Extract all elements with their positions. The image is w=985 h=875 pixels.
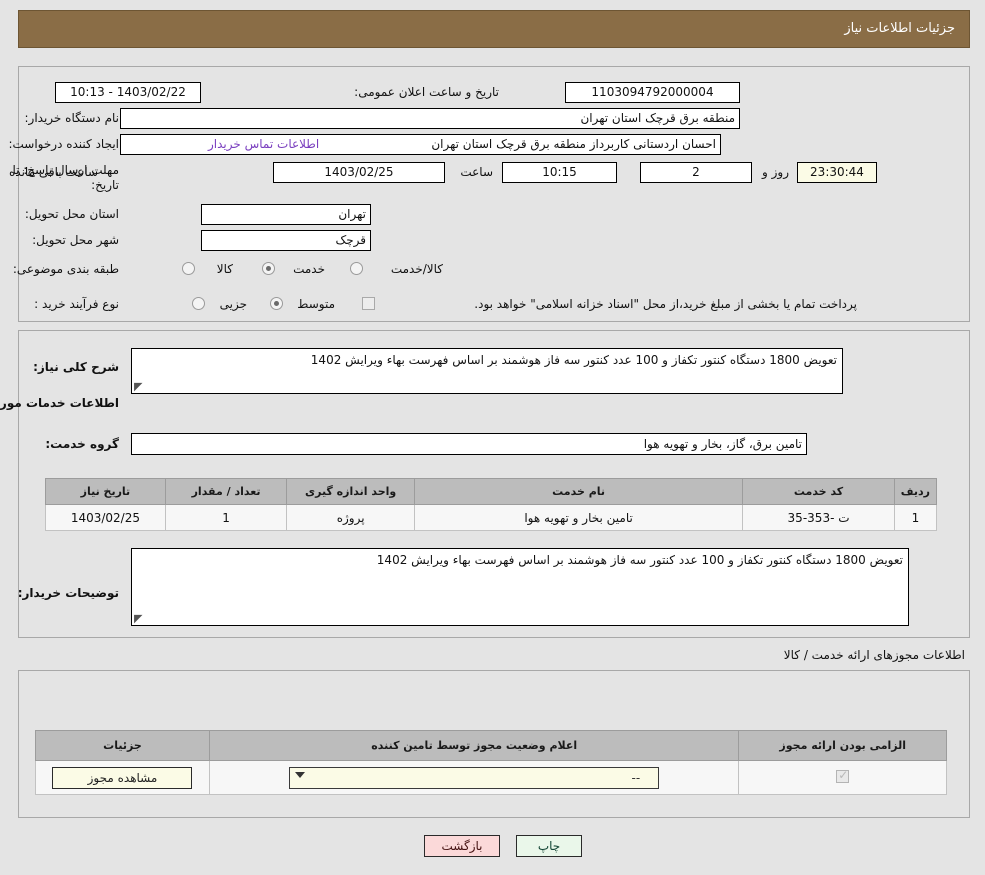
label-category-kala: کالا	[216, 262, 233, 276]
radio-process-jozi[interactable]	[192, 297, 205, 310]
section-title-services: اطلاعات خدمات مورد نیاز	[0, 396, 119, 410]
field-announce-datetime[interactable]: 1403/02/22 - 10:13	[55, 82, 201, 103]
field-service-group[interactable]: تامین برق، گاز، بخار و تهویه هوا	[131, 433, 807, 455]
checkbox-islamic-treasury[interactable]	[362, 297, 375, 310]
header-bar: جزئیات اطلاعات نیاز	[18, 10, 970, 48]
label-subject-category: طبقه بندی موضوعی:	[12, 262, 119, 276]
back-button[interactable]: بازگشت	[424, 835, 500, 857]
cell-date: 1403/02/25	[45, 504, 166, 531]
summary-panel	[18, 66, 970, 322]
col-date: تاریخ نیاز	[45, 478, 166, 505]
cell-permit-details: مشاهده مجوز	[35, 760, 210, 795]
select-permit-status[interactable]: --	[289, 766, 660, 789]
radio-category-khedmat[interactable]	[262, 262, 275, 275]
label-category-khedmat: خدمت	[293, 262, 325, 276]
cell-unit: پروژه	[286, 504, 415, 531]
resize-grip-icon-2[interactable]: ◥	[134, 612, 144, 625]
col-name: نام خدمت	[413, 478, 744, 505]
field-delivery-province[interactable]: تهران	[201, 204, 371, 225]
field-deadline-time[interactable]: 10:15	[502, 162, 617, 183]
cell-permit-status: --	[208, 760, 740, 795]
note-islamic-treasury: پرداخت تمام یا بخشی از مبلغ خرید،از محل …	[474, 297, 857, 311]
link-buyer-contact-info[interactable]: اطلاعات تماس خریدار	[208, 137, 319, 151]
col-permit-details: جزئیات	[35, 730, 210, 761]
label-delivery-city: شهر محل تحویل:	[32, 233, 119, 247]
label-remaining: ساعت باقی مانده	[9, 165, 99, 179]
field-buyer-notes[interactable]: تعویض 1800 دستگاه کنتور تکفاز و 100 عدد …	[131, 548, 909, 626]
label-announce-datetime: تاریخ و ساعت اعلان عمومی:	[354, 85, 499, 99]
section-title-permits: اطلاعات مجوزهای ارائه خدمت / کالا	[783, 648, 965, 662]
field-days-remaining[interactable]: 2	[640, 162, 752, 183]
label-process-jozi: جزیی	[219, 297, 247, 311]
permits-row: -- مشاهده مجوز	[35, 760, 947, 795]
col-code: کد خدمت	[742, 478, 895, 505]
cell-permit-required	[738, 760, 947, 795]
radio-category-kala[interactable]	[182, 262, 195, 275]
field-need-number[interactable]: 1103094792000004	[565, 82, 740, 103]
cell-qty: 1	[164, 504, 288, 531]
table-row: 1 ت -353-35 تامین بخار و تهویه هوا پروژه…	[45, 504, 938, 531]
label-service-group: گروه خدمت:	[45, 437, 119, 451]
label-buyer-org: نام دستگاه خریدار:	[24, 111, 120, 125]
select-permit-status-value: --	[631, 770, 641, 785]
print-button[interactable]: چاپ	[516, 835, 582, 857]
radio-process-motavasset[interactable]	[270, 297, 283, 310]
label-process-motavasset: متوسط	[297, 297, 335, 311]
field-countdown[interactable]: 23:30:44	[797, 162, 877, 183]
view-permit-button[interactable]: مشاهده مجوز	[52, 766, 193, 789]
services-table-header-row: ردیف کد خدمت نام خدمت واحد اندازه گیری ت…	[45, 478, 938, 505]
checkbox-permit-required	[836, 768, 850, 783]
general-description-text: تعویض 1800 دستگاه کنتور تکفاز و 100 عدد …	[310, 353, 837, 367]
permits-header-row: الزامی بودن ارائه مجوز اعلام وضعیت مجوز …	[35, 730, 947, 761]
chevron-down-icon	[295, 771, 306, 778]
permits-table: الزامی بودن ارائه مجوز اعلام وضعیت مجوز …	[35, 730, 947, 795]
label-request-creator: ایجاد کننده درخواست:	[8, 137, 119, 151]
label-buyer-notes: توضیحات خریدار:	[17, 586, 119, 600]
col-row: ردیف	[893, 478, 938, 505]
col-permit-status: اعلام وضعیت مجوز توسط تامین کننده	[208, 730, 740, 761]
label-category-kala-khedmat: کالا/خدمت	[390, 262, 443, 276]
label-purchase-process: نوع فرآیند خرید :	[34, 297, 119, 311]
page-title: جزئیات اطلاعات نیاز	[844, 21, 955, 36]
label-hour: ساعت	[460, 165, 493, 179]
field-buyer-org[interactable]: منطقه برق قرچک استان تهران	[120, 108, 740, 129]
label-general-description: شرح کلی نیاز:	[33, 360, 119, 374]
services-table: ردیف کد خدمت نام خدمت واحد اندازه گیری ت…	[45, 478, 938, 531]
col-unit: واحد اندازه گیری	[286, 478, 415, 505]
col-qty: تعداد / مقدار	[164, 478, 288, 505]
label-days: روز و	[762, 165, 789, 179]
page-root: AriaTender.net جزئیات اطلاعات نیاز شماره…	[0, 0, 985, 875]
col-permit-required: الزامی بودن ارائه مجوز	[738, 730, 947, 761]
resize-grip-icon[interactable]: ◥	[134, 380, 144, 393]
cell-name: تامین بخار و تهویه هوا	[413, 504, 744, 531]
radio-category-kala-khedmat[interactable]	[350, 262, 363, 275]
label-delivery-province: استان محل تحویل:	[24, 207, 119, 221]
buyer-notes-text: تعویض 1800 دستگاه کنتور تکفاز و 100 عدد …	[376, 553, 903, 567]
field-delivery-city[interactable]: قرچک	[201, 230, 371, 251]
cell-row: 1	[893, 504, 938, 531]
field-general-description[interactable]: تعویض 1800 دستگاه کنتور تکفاز و 100 عدد …	[131, 348, 843, 394]
cell-code: ت -353-35	[742, 504, 895, 531]
field-deadline-date[interactable]: 1403/02/25	[273, 162, 445, 183]
